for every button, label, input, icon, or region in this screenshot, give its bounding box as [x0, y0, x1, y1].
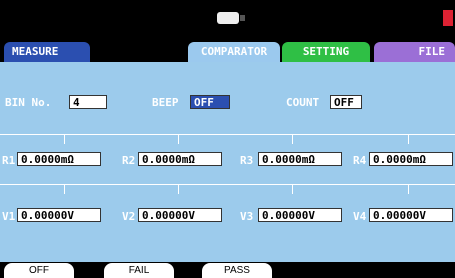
divider-tick	[408, 184, 409, 194]
divider-tick	[408, 134, 409, 144]
r3-label: R3	[240, 154, 254, 167]
divider-tick	[292, 184, 293, 194]
divider-tick	[64, 184, 65, 194]
divider-tick	[178, 134, 179, 144]
status-bar	[0, 0, 455, 42]
comparator-panel: BIN No. 4 BEEP OFF COUNT OFF R1 0.0000mΩ…	[0, 62, 455, 262]
tab-setting[interactable]: SETTING	[282, 42, 370, 62]
v2-field[interactable]: 0.00000V	[138, 208, 222, 222]
tab-comparator[interactable]: COMPARATOR	[188, 42, 280, 62]
r1-field[interactable]: 0.0000mΩ	[17, 152, 101, 166]
count-label: COUNT	[286, 96, 320, 109]
battery-icon	[217, 12, 245, 24]
speaker-icon	[443, 10, 453, 26]
tab-file[interactable]: FILE	[374, 42, 455, 62]
v1-label: V1	[2, 210, 16, 223]
v2-label: V2	[122, 210, 136, 223]
r4-label: R4	[353, 154, 367, 167]
divider-tick	[178, 184, 179, 194]
v3-field[interactable]: 0.00000V	[258, 208, 342, 222]
bin-label: BIN No.	[5, 96, 52, 109]
beep-field[interactable]: OFF	[190, 95, 230, 109]
r3-field[interactable]: 0.0000mΩ	[258, 152, 342, 166]
divider	[0, 184, 455, 185]
off-button[interactable]: OFF	[4, 263, 74, 278]
fail-button[interactable]: FAIL	[104, 263, 174, 278]
divider-tick	[64, 134, 65, 144]
r2-label: R2	[122, 154, 136, 167]
divider	[0, 134, 455, 135]
bin-field[interactable]: 4	[69, 95, 107, 109]
v4-label: V4	[353, 210, 367, 223]
count-field[interactable]: OFF	[330, 95, 362, 109]
pass-button[interactable]: PASS	[202, 263, 272, 278]
beep-label: BEEP	[152, 96, 179, 109]
r2-field[interactable]: 0.0000mΩ	[138, 152, 222, 166]
v4-field[interactable]: 0.00000V	[369, 208, 453, 222]
divider-tick	[292, 134, 293, 144]
r1-label: R1	[2, 154, 16, 167]
v3-label: V3	[240, 210, 254, 223]
tab-measure[interactable]: MEASURE	[4, 42, 90, 62]
v1-field[interactable]: 0.00000V	[17, 208, 101, 222]
r4-field[interactable]: 0.0000mΩ	[369, 152, 453, 166]
